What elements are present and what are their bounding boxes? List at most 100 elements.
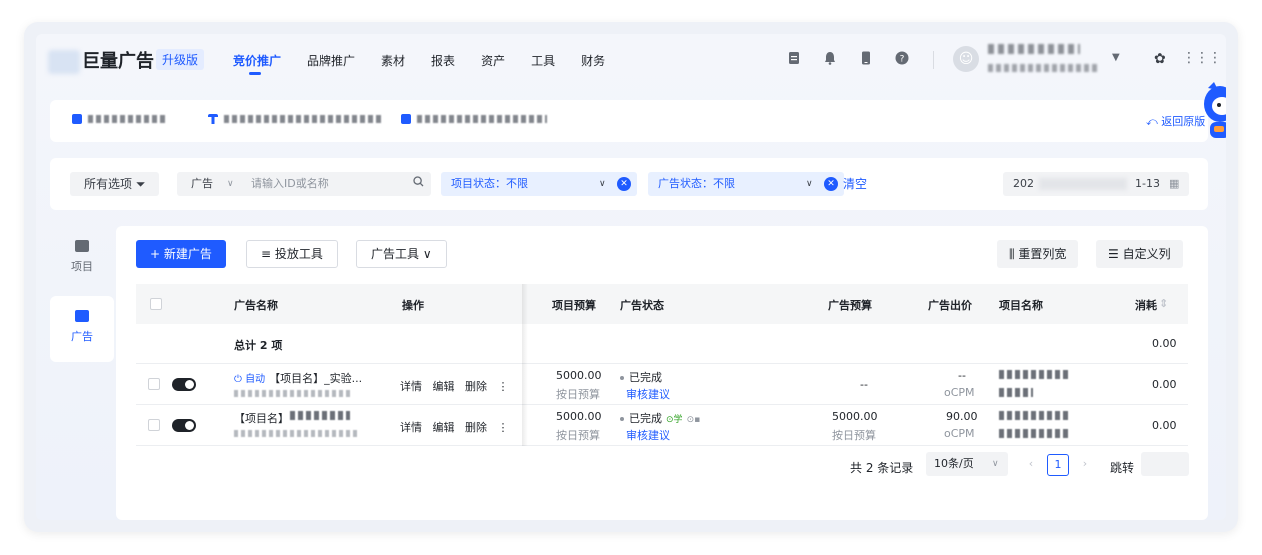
ad-bid: -- bbox=[958, 369, 966, 382]
brand-title[interactable]: 巨量广告 bbox=[82, 47, 154, 73]
select-all-checkbox[interactable] bbox=[150, 298, 162, 310]
jump-page-input[interactable] bbox=[1141, 452, 1189, 476]
project-status-filter[interactable]: 项目状态：不限 ∨ ✕ bbox=[441, 172, 637, 196]
account-name-redacted bbox=[988, 44, 1080, 54]
status-text: 已完成 bbox=[629, 371, 662, 384]
sort-icon[interactable]: ⇕ bbox=[1159, 297, 1168, 310]
jump-label: 跳转 bbox=[1110, 461, 1135, 475]
bid-type: oCPM bbox=[944, 386, 975, 399]
table-header: 广告名称 操作 项目预算 广告状态 广告预算 广告出价 项目名称 消耗 ⇕ bbox=[136, 284, 1188, 324]
nav-item-material[interactable]: 素材 bbox=[381, 52, 405, 69]
advertiser-icon bbox=[401, 114, 411, 124]
account-crumb-3[interactable] bbox=[401, 114, 547, 124]
col-ad-status[interactable]: 广告状态 bbox=[620, 297, 664, 313]
help-icon[interactable]: ? bbox=[894, 51, 910, 67]
auto-tag: ⏻ 自动 bbox=[234, 374, 266, 385]
row-checkbox[interactable] bbox=[148, 378, 160, 390]
prev-page-icon[interactable]: ‹ bbox=[1020, 452, 1042, 476]
bid-type: oCPM bbox=[944, 427, 975, 440]
edit-link[interactable]: 编辑 bbox=[433, 380, 455, 393]
top-nav: 巨量广告 升级版 竞价推广 品牌推广 素材 报表 资产 工具 财务 ? ☺ ▼ … bbox=[36, 34, 1226, 88]
search-type-select[interactable]: 广告 bbox=[191, 172, 213, 196]
clear-project-status-icon[interactable]: ✕ bbox=[617, 177, 631, 191]
logo-icon bbox=[48, 50, 80, 74]
ad-name: 【项目名】_实验... bbox=[269, 372, 363, 385]
project-budget-type: 按日预算 bbox=[556, 429, 600, 442]
chevron-down-icon[interactable]: ∨ bbox=[227, 172, 234, 196]
col-ad-name[interactable]: 广告名称 bbox=[234, 297, 278, 313]
col-ad-bid[interactable]: 广告出价 bbox=[928, 297, 972, 313]
bell-icon[interactable] bbox=[822, 51, 838, 67]
document-icon[interactable] bbox=[786, 51, 802, 67]
col-project-name[interactable]: 项目名称 bbox=[999, 297, 1043, 313]
row-actions: 详情 编辑 删除 ⋮ bbox=[400, 378, 509, 394]
ad-list-panel: + 新建广告 ≡ 投放工具 广告工具 ∨ ⫼ 重置列宽 ☰ 自定义列 广告名称 … bbox=[116, 226, 1208, 520]
sticky-column-shadow bbox=[522, 284, 528, 446]
search-input[interactable]: 请输入ID或名称 bbox=[251, 172, 329, 196]
review-suggestion-link[interactable]: 审核建议 bbox=[626, 386, 670, 402]
all-options-filter[interactable]: 所有选项 ⏷ bbox=[70, 172, 160, 196]
col-ad-budget[interactable]: 广告预算 bbox=[828, 297, 872, 313]
search-icon[interactable] bbox=[413, 172, 424, 196]
user-avatar[interactable]: ☺ bbox=[953, 46, 979, 72]
custom-columns-button[interactable]: ☰ 自定义列 bbox=[1096, 240, 1183, 268]
detail-link[interactable]: 详情 bbox=[400, 421, 422, 434]
more-icon[interactable]: ⋮ bbox=[498, 380, 509, 393]
nav-item-finance[interactable]: 财务 bbox=[581, 52, 605, 69]
sidebar-item-ad[interactable]: 广告 bbox=[50, 296, 114, 362]
account-bar: ⤺ 返回原版 bbox=[50, 100, 1208, 142]
nav-item-tools[interactable]: 工具 bbox=[531, 52, 555, 69]
page-size-label: 10条/页 bbox=[934, 457, 974, 470]
page-size-select[interactable]: 10条/页 ∨ bbox=[926, 452, 1008, 476]
sidebar-item-project[interactable]: 项目 bbox=[50, 226, 114, 292]
edition-badge[interactable]: 升级版 bbox=[156, 49, 205, 70]
row-checkbox[interactable] bbox=[148, 419, 160, 431]
delivery-tools-button[interactable]: ≡ 投放工具 bbox=[246, 240, 338, 268]
nav-item-bidding[interactable]: 竞价推广 bbox=[233, 52, 281, 75]
next-page-icon[interactable]: › bbox=[1074, 452, 1096, 476]
review-suggestion-link[interactable]: 审核建议 bbox=[626, 427, 670, 443]
col-ops: 操作 bbox=[402, 299, 424, 312]
redacted-project-name bbox=[999, 370, 1071, 379]
ad-enable-toggle[interactable] bbox=[172, 378, 196, 391]
agency-icon bbox=[208, 114, 218, 124]
total-row: 总计 2 项 0.00 bbox=[136, 324, 1188, 364]
mascot-icon[interactable] bbox=[1196, 82, 1226, 144]
apps-grid-icon[interactable]: ⋮⋮⋮ bbox=[1182, 50, 1222, 66]
current-page-button[interactable]: 1 bbox=[1047, 454, 1069, 476]
nav-item-report[interactable]: 报表 bbox=[431, 52, 455, 69]
delete-link[interactable]: 删除 bbox=[465, 421, 487, 434]
main-menu: 竞价推广 品牌推广 素材 报表 资产 工具 财务 bbox=[233, 52, 631, 75]
more-icon[interactable]: ⋮ bbox=[498, 421, 509, 434]
col-project-budget[interactable]: 项目预算 bbox=[552, 297, 596, 313]
gear-icon[interactable]: ✿ bbox=[1154, 51, 1166, 67]
reset-columns-button[interactable]: ⫼ 重置列宽 bbox=[997, 240, 1079, 268]
redacted-text bbox=[224, 115, 382, 123]
account-crumb-2[interactable] bbox=[208, 114, 382, 124]
clear-ad-status-icon[interactable]: ✕ bbox=[824, 177, 838, 191]
clear-filters-link[interactable]: 清空 bbox=[843, 175, 867, 192]
spend-value: 0.00 bbox=[1152, 419, 1177, 432]
ad-status-filter[interactable]: 广告状态：不限 ∨ ✕ bbox=[648, 172, 844, 196]
chevron-down-icon: ∨ bbox=[599, 179, 606, 189]
ad-tools-dropdown[interactable]: 广告工具 ∨ bbox=[356, 240, 447, 268]
edit-link[interactable]: 编辑 bbox=[433, 421, 455, 434]
return-arrow-icon: ⤺ bbox=[1146, 115, 1158, 128]
nav-item-assets[interactable]: 资产 bbox=[481, 52, 505, 69]
svg-text:?: ? bbox=[900, 55, 905, 65]
account-crumb-1[interactable] bbox=[72, 114, 166, 124]
detail-link[interactable]: 详情 bbox=[400, 380, 422, 393]
col-spend[interactable]: 消耗 bbox=[1135, 297, 1157, 313]
date-range-picker[interactable]: 202 1-13 ▦ bbox=[1003, 172, 1189, 196]
phone-icon[interactable] bbox=[858, 51, 874, 67]
redacted-text bbox=[417, 115, 547, 123]
new-ad-button[interactable]: + 新建广告 bbox=[136, 240, 226, 268]
ad-name[interactable]: 【项目名】 bbox=[234, 410, 289, 426]
sidebar-item-label: 广告 bbox=[71, 330, 93, 343]
delete-link[interactable]: 删除 bbox=[465, 380, 487, 393]
ad-enable-toggle[interactable] bbox=[172, 419, 196, 432]
side-nav: 项目 广告 bbox=[50, 226, 114, 362]
chevron-down-icon[interactable]: ▼ bbox=[1112, 52, 1120, 63]
nav-item-brand[interactable]: 品牌推广 bbox=[307, 52, 355, 69]
ad-name-cell[interactable]: ⏻ 自动 【项目名】_实验... bbox=[234, 370, 362, 386]
